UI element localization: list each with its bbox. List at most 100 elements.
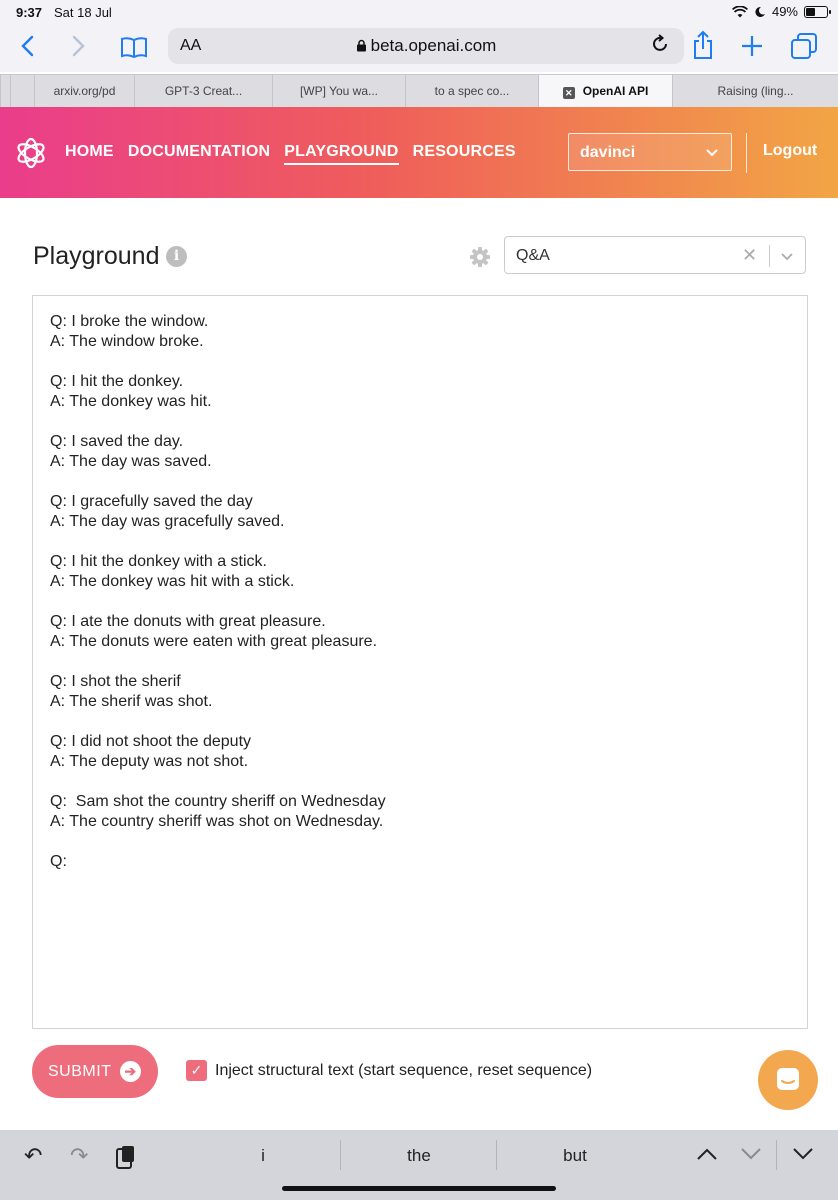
new-tab-icon[interactable] <box>740 34 764 58</box>
inject-checkbox[interactable]: ✓ <box>186 1060 207 1081</box>
battery-percent: 49% <box>771 4 798 19</box>
reload-icon[interactable] <box>650 33 670 55</box>
nav-resources[interactable]: RESOURCES <box>413 143 516 165</box>
suggestion-1[interactable]: i <box>188 1146 338 1166</box>
lock-icon <box>356 39 366 52</box>
clear-icon[interactable]: ✕ <box>742 245 757 266</box>
browser-toolbar: AA beta.openai.com <box>0 24 838 72</box>
chevron-down-icon[interactable] <box>740 1146 762 1162</box>
prompt-line: Q: I ate the donuts with great pleasure. <box>50 613 326 630</box>
tab-gpt3[interactable]: GPT-3 Creat... <box>134 75 272 107</box>
info-icon[interactable]: i <box>166 246 187 267</box>
url-display[interactable]: beta.openai.com <box>168 36 684 56</box>
site-header: HOME DOCUMENTATION PLAYGROUND RESOURCES … <box>0 107 838 198</box>
tab-raising[interactable]: Raising (ling... <box>672 75 838 107</box>
suggestion-2[interactable]: the <box>344 1146 494 1166</box>
openai-logo-icon[interactable] <box>14 136 48 170</box>
suggestion-3[interactable]: but <box>500 1146 650 1166</box>
moon-icon <box>755 6 765 17</box>
prompt-line: A: The country sheriff was shot on Wedne… <box>50 813 384 830</box>
dismiss-keyboard-icon[interactable] <box>792 1146 814 1162</box>
inject-label[interactable]: Inject structural text (start sequence, … <box>215 1062 592 1080</box>
engine-value: davinci <box>580 144 636 161</box>
prompt-blank-line <box>50 472 790 492</box>
prompt-line: A: The sherif was shot. <box>50 693 213 710</box>
prompt-line: A: The window broke. <box>50 333 204 350</box>
prompt-line: A: The donkey was hit. <box>50 393 212 410</box>
bookmarks-icon[interactable] <box>120 36 148 58</box>
tab-spec[interactable]: to a spec co... <box>405 75 538 107</box>
page-title: Playground <box>33 242 160 270</box>
nav-documentation[interactable]: DOCUMENTATION <box>128 143 270 165</box>
nav-home[interactable]: HOME <box>65 143 114 165</box>
status-right: 49% <box>731 4 831 19</box>
suggestion-separator <box>776 1140 777 1170</box>
undo-icon[interactable]: ↶ <box>24 1143 42 1169</box>
address-bar[interactable]: AA beta.openai.com <box>168 28 684 64</box>
url-text: beta.openai.com <box>370 36 497 55</box>
tab-openai-api[interactable]: ✕ OpenAI API <box>538 75 672 107</box>
tabs-overview-icon[interactable] <box>790 32 818 60</box>
suggestion-separator <box>340 1140 341 1170</box>
tab-wp[interactable]: [WP] You wa... <box>272 75 405 107</box>
main-nav: HOME DOCUMENTATION PLAYGROUND RESOURCES <box>65 143 516 165</box>
chat-button[interactable] <box>758 1050 818 1110</box>
prompt-blank-line <box>50 592 790 612</box>
preset-select[interactable]: Q&A ✕ <box>504 236 806 274</box>
prompt-line: Q: I gracefully saved the day <box>50 493 253 510</box>
preset-separator <box>769 245 770 267</box>
suggestion-separator <box>496 1140 497 1170</box>
engine-select[interactable]: davinci <box>568 133 732 171</box>
submit-button[interactable]: SUBMIT ➔ <box>32 1045 158 1098</box>
prompt-blank-line <box>50 832 790 852</box>
status-bar: 9:37 Sat 18 Jul 49% <box>0 0 838 24</box>
paste-icon[interactable] <box>114 1144 136 1170</box>
prompt-line: Q: Sam shot the country sheriff on Wedne… <box>50 793 386 810</box>
share-icon[interactable] <box>691 30 715 60</box>
tab-arxiv[interactable]: arxiv.org/pd <box>34 75 134 107</box>
prompt-line: Q: I saved the day. <box>50 433 184 450</box>
logout-link[interactable]: Logout <box>763 142 817 160</box>
close-tab-icon[interactable]: ✕ <box>562 87 575 99</box>
redo-icon[interactable]: ↷ <box>70 1143 88 1169</box>
prompt-line: A: The deputy was not shot. <box>50 753 249 770</box>
chevron-down-icon[interactable] <box>778 247 796 265</box>
chevron-down-icon <box>706 149 718 157</box>
prompt-blank-line <box>50 712 790 732</box>
header-divider <box>746 133 747 173</box>
prompt-line: A: The day was saved. <box>50 453 212 470</box>
back-icon[interactable] <box>18 32 38 60</box>
tab-openai-label: OpenAI API <box>582 84 649 98</box>
battery-fill <box>806 7 816 16</box>
wifi-icon <box>731 5 748 17</box>
battery-icon <box>804 5 831 18</box>
prompt-line: Q: I shot the sherif <box>50 673 181 690</box>
prompt-line: Q: I broke the window. <box>50 313 209 330</box>
prompt-line: A: The donuts were eaten with great plea… <box>50 633 378 650</box>
prompt-line: A: The day was gracefully saved. <box>50 513 285 530</box>
prompt-blank-line <box>50 532 790 552</box>
prompt-blank-line <box>50 772 790 792</box>
prompt-blank-line <box>50 652 790 672</box>
nav-playground[interactable]: PLAYGROUND <box>284 143 399 165</box>
submit-label: SUBMIT <box>48 1063 112 1080</box>
prompt-blank-line <box>50 412 790 432</box>
tab-bar: arxiv.org/pd GPT-3 Creat... [WP] You wa.… <box>0 74 838 107</box>
prompt-line: Q: <box>50 853 67 870</box>
prompt-line: Q: I did not shoot the deputy <box>50 733 252 750</box>
gear-icon[interactable] <box>469 246 491 268</box>
prompt-line: A: The donkey was hit with a stick. <box>50 573 295 590</box>
prompt-line: Q: I hit the donkey with a stick. <box>50 553 267 570</box>
status-time: 9:37 <box>16 5 43 20</box>
prompt-textarea[interactable]: Q: I broke the window. A: The window brok… <box>32 295 808 1029</box>
arrow-right-icon: ➔ <box>120 1061 141 1082</box>
chat-icon <box>777 1068 799 1090</box>
chevron-up-icon[interactable] <box>696 1146 718 1162</box>
home-indicator <box>282 1186 556 1191</box>
forward-icon[interactable] <box>68 32 88 60</box>
prompt-line: Q: I hit the donkey. <box>50 373 184 390</box>
tab-0[interactable] <box>0 75 10 107</box>
tab-empty[interactable] <box>10 75 34 107</box>
prompt-blank-line <box>50 352 790 372</box>
status-date: Sat 18 Jul <box>54 5 112 20</box>
